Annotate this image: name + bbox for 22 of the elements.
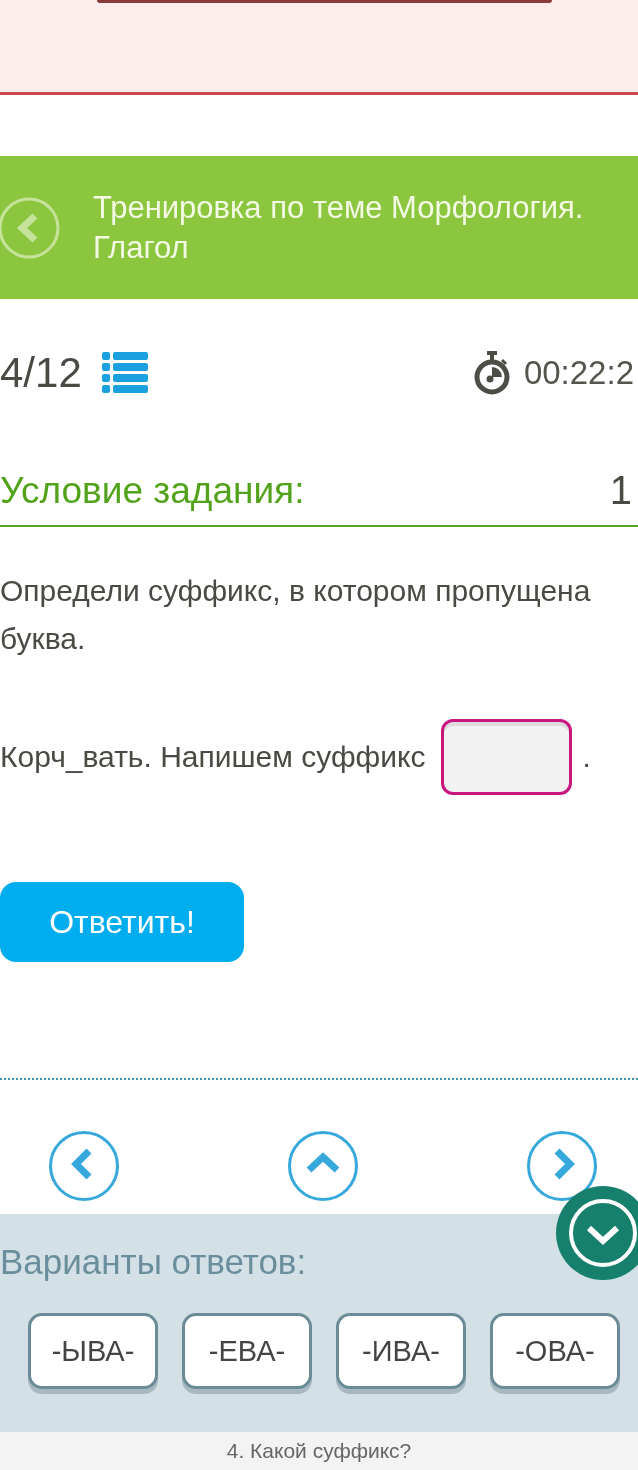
chevron-down-button-icon[interactable]	[556, 1186, 638, 1282]
stopwatch-icon	[473, 351, 510, 395]
back-icon[interactable]	[0, 195, 61, 260]
list-icon[interactable]	[101, 352, 148, 394]
answer-option[interactable]: -ЫВА-	[28, 1313, 158, 1389]
previous-button-icon[interactable]	[48, 1130, 120, 1202]
prompt-period: .	[582, 740, 591, 774]
points-label: 1	[609, 468, 632, 513]
answers-heading: Варианты ответов:	[0, 1241, 307, 1283]
question-counter: 4/12	[0, 349, 82, 397]
answer-option[interactable]: -ОВА-	[490, 1313, 620, 1389]
timer: 00:22:2	[523, 354, 634, 392]
question-caption: 4. Какой суффикс?	[0, 1432, 638, 1470]
answer-option[interactable]: -ИВА-	[336, 1313, 466, 1389]
task-heading: Условие задания:	[0, 469, 305, 512]
next-button-icon[interactable]	[526, 1130, 598, 1202]
prompt-text: Корч_вать. Напишем суффикс	[0, 740, 426, 774]
lesson-title: Тренировка по теме Морфология. Глагол	[93, 188, 585, 267]
answer-option[interactable]: -ЕВА-	[182, 1313, 312, 1389]
up-button-icon[interactable]	[287, 1130, 359, 1202]
answer-field[interactable]	[441, 719, 573, 795]
task-text: Определи суффикс, в котором пропущена буква.	[0, 573, 592, 657]
